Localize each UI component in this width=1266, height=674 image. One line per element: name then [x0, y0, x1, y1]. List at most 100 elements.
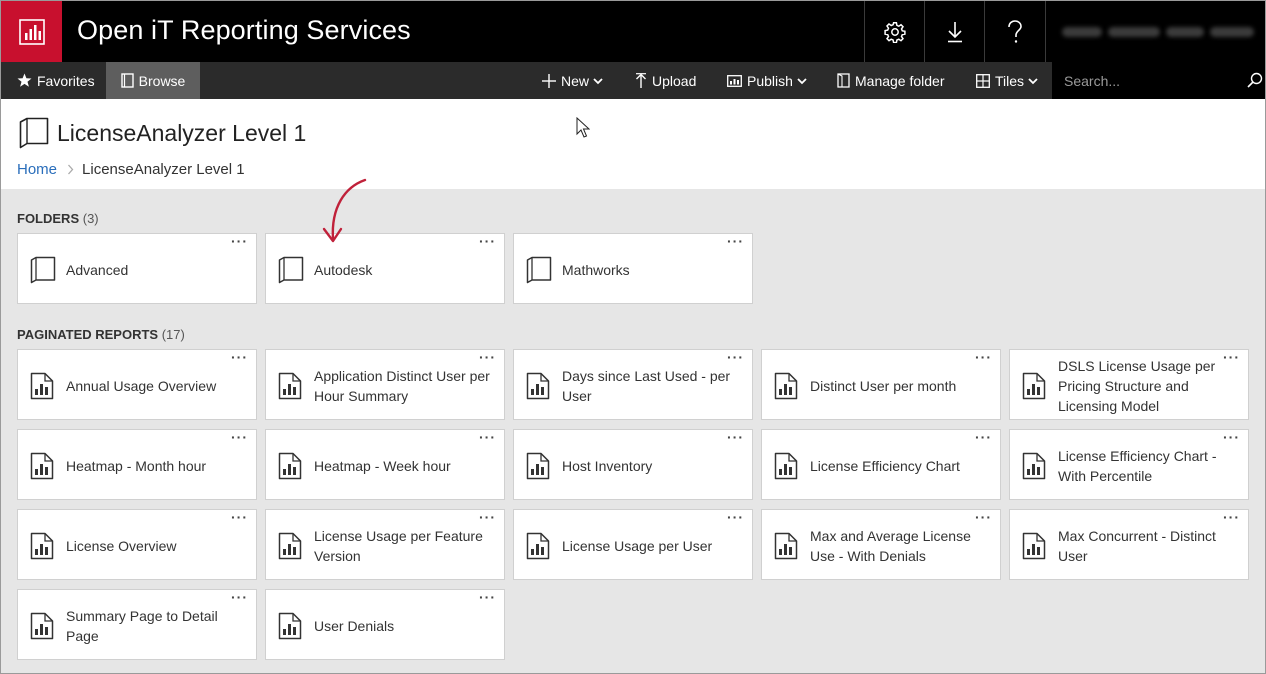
browse-page-icon: [120, 73, 134, 88]
reports-heading-label: PAGINATED REPORTS: [17, 327, 159, 342]
app-frame: Open iT Reporting Services Favorites Bro…: [0, 0, 1266, 674]
search-input[interactable]: [1052, 62, 1265, 99]
app-logo[interactable]: [1, 1, 62, 62]
new-button[interactable]: New: [542, 62, 603, 99]
tiles-view-button[interactable]: Tiles: [976, 62, 1038, 99]
chevron-down-icon: [797, 77, 807, 85]
report-name: Heatmap - Month hour: [66, 457, 207, 474]
report-tile[interactable]: ··· Max and Average License Use - With De…: [761, 509, 1001, 580]
report-icon: [30, 612, 54, 645]
report-name: Summary Page to Detail Page: [66, 607, 218, 644]
reports-section-heading: PAGINATED REPORTS (17): [17, 327, 185, 342]
report-tile[interactable]: ··· Summary Page to Detail Page: [17, 589, 257, 660]
manage-folder-label: Manage folder: [855, 72, 945, 89]
report-name: License Efficiency Chart: [810, 457, 960, 474]
report-icon: [278, 452, 302, 485]
publish-button[interactable]: Publish: [727, 62, 807, 99]
report-icon: [1022, 372, 1046, 405]
new-label: New: [561, 72, 590, 89]
report-tile[interactable]: ··· Max Concurrent - Distinct User: [1009, 509, 1249, 580]
folder-icon: [526, 256, 552, 289]
publish-label: Publish: [747, 72, 793, 89]
report-tile[interactable]: ··· License Usage per Feature Version: [265, 509, 505, 580]
page-title: LicenseAnalyzer Level 1: [57, 120, 307, 146]
report-tile[interactable]: ··· Distinct User per month: [761, 349, 1001, 420]
report-name: License Efficiency Chart - With Percenti…: [1058, 447, 1217, 484]
upload-icon: [635, 73, 647, 88]
settings-button[interactable]: [864, 1, 924, 62]
report-tile[interactable]: ··· License Efficiency Chart - With Perce…: [1009, 429, 1249, 500]
breadcrumb-home-link[interactable]: Home: [17, 161, 57, 178]
report-icon: [1022, 452, 1046, 485]
report-name: Max and Average License Use - With Denia…: [810, 527, 971, 564]
report-icon: [526, 532, 550, 565]
report-tile[interactable]: ··· Annual Usage Overview: [17, 349, 257, 420]
browse-button[interactable]: Browse: [106, 62, 200, 99]
annotation-arrow-icon: [317, 177, 369, 252]
browse-label: Browse: [138, 72, 186, 89]
report-logo-icon: [18, 18, 45, 45]
folders-heading-label: FOLDERS: [17, 211, 80, 226]
report-tile[interactable]: ··· License Overview: [17, 509, 257, 580]
report-tile[interactable]: ··· User Denials: [265, 589, 505, 660]
upload-label: Upload: [652, 72, 697, 89]
breadcrumb-current: LicenseAnalyzer Level 1: [82, 161, 245, 178]
folder-page-icon: [837, 73, 850, 88]
report-icon: [526, 372, 550, 405]
report-tile[interactable]: ··· Application Distinct User per Hour Su…: [265, 349, 505, 420]
report-tile[interactable]: ··· Heatmap - Month hour: [17, 429, 257, 500]
report-tile[interactable]: ··· License Efficiency Chart: [761, 429, 1001, 500]
folders-count: (3): [82, 211, 99, 226]
folder-icon: [278, 256, 304, 289]
report-name: User Denials: [314, 617, 395, 634]
folders-section-heading: FOLDERS (3): [17, 211, 99, 226]
upload-button[interactable]: Upload: [635, 62, 696, 99]
folder-tile[interactable]: ··· Mathworks: [513, 233, 753, 304]
report-name: Application Distinct User per Hour Summa…: [314, 367, 490, 404]
report-name: Days since Last Used - per User: [562, 367, 731, 404]
page-header: LicenseAnalyzer Level 1 Home LicenseAnal…: [1, 99, 1265, 189]
report-name: Host Inventory: [562, 457, 653, 474]
report-tile[interactable]: ··· Host Inventory: [513, 429, 753, 500]
report-tile[interactable]: ··· Days since Last Used - per User: [513, 349, 753, 420]
reports-count: (17): [161, 327, 185, 342]
report-name: DSLS License Usage per Pricing Structure…: [1058, 357, 1216, 414]
command-bar: Favorites Browse New Upload Publish Mana…: [1, 62, 1265, 99]
report-tile[interactable]: ··· Heatmap - Week hour: [265, 429, 505, 500]
folder-icon: [19, 117, 49, 154]
report-icon: [278, 532, 302, 565]
manage-folder-button[interactable]: Manage folder: [837, 62, 945, 99]
publish-icon: [727, 74, 742, 87]
download-button[interactable]: [924, 1, 984, 62]
breadcrumb: Home LicenseAnalyzer Level 1: [17, 161, 245, 178]
top-header: Open iT Reporting Services: [1, 1, 1265, 62]
favorites-label: Favorites: [37, 72, 95, 89]
report-icon: [30, 532, 54, 565]
mouse-cursor-icon: [576, 116, 591, 144]
report-icon: [774, 372, 798, 405]
chevron-down-icon: [593, 77, 603, 85]
folder-tile[interactable]: ··· Advanced: [17, 233, 257, 304]
report-icon: [774, 532, 798, 565]
user-account-menu[interactable]: [1045, 1, 1265, 62]
favorites-button[interactable]: Favorites: [1, 62, 109, 99]
folder-name: Advanced: [66, 261, 129, 278]
chevron-right-icon: [67, 164, 74, 175]
report-tile[interactable]: ··· License Usage per User: [513, 509, 753, 580]
help-button[interactable]: [984, 1, 1044, 62]
report-icon: [278, 372, 302, 405]
tiles-label: Tiles: [995, 72, 1025, 89]
search-icon[interactable]: [1247, 72, 1263, 93]
chevron-down-icon: [1028, 77, 1038, 85]
report-tile[interactable]: ··· DSLS License Usage per Pricing Struct…: [1009, 349, 1249, 420]
report-name: License Overview: [66, 537, 177, 554]
report-icon: [30, 372, 54, 405]
download-icon: [947, 21, 962, 42]
gear-icon: [883, 21, 906, 43]
report-name: License Usage per User: [562, 537, 713, 554]
plus-icon: [542, 73, 556, 88]
app-title: Open iT Reporting Services: [77, 15, 411, 45]
report-name: Max Concurrent - Distinct User: [1058, 527, 1216, 564]
folder-tile[interactable]: ··· Autodesk: [265, 233, 505, 304]
report-icon: [1022, 532, 1046, 565]
